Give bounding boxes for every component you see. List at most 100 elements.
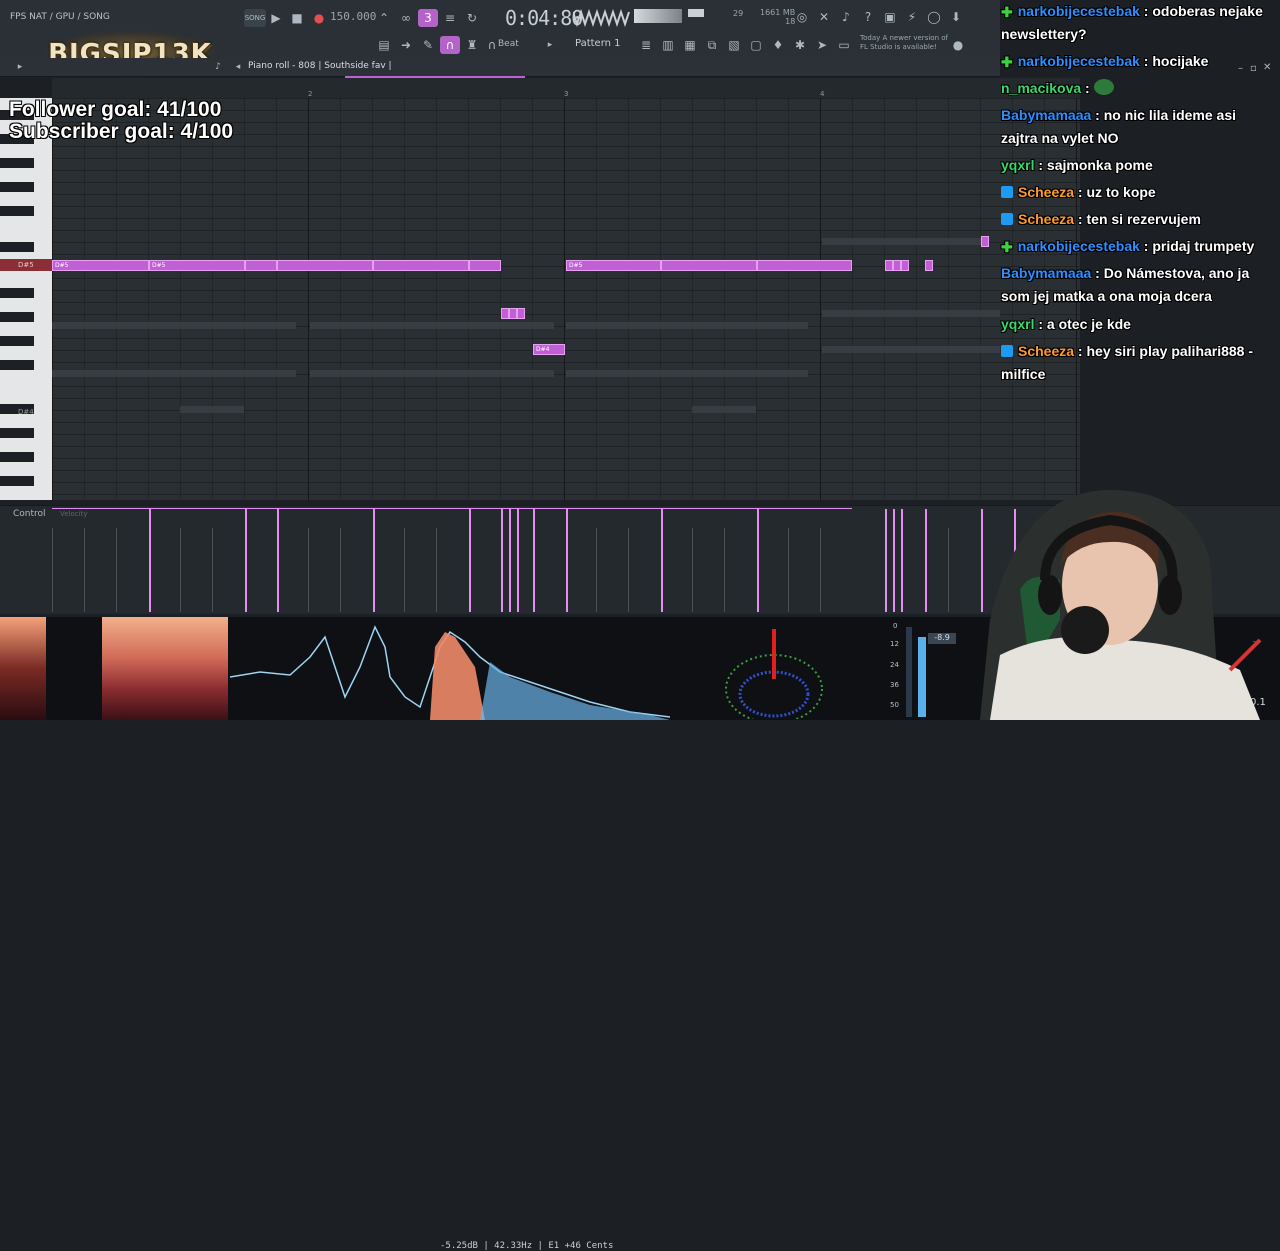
black-key[interactable] — [0, 336, 34, 346]
speaker-icon[interactable]: ♪ — [208, 58, 228, 76]
wait-input-icon[interactable]: ∞ — [396, 9, 416, 27]
close-all-icon[interactable]: ✕ — [814, 8, 834, 26]
black-key[interactable] — [0, 158, 34, 168]
chat-username[interactable]: narkobijecestebak — [1018, 3, 1140, 19]
velocity-bar[interactable] — [925, 509, 927, 612]
pencil-icon[interactable]: ✎ — [418, 36, 438, 54]
note[interactable] — [757, 260, 852, 271]
chat-username[interactable]: Babymamaaa — [1001, 265, 1091, 281]
microphone-icon[interactable]: ♪ — [836, 8, 856, 26]
cpu-icon[interactable]: ◎ — [792, 8, 812, 26]
cart-icon[interactable]: ▭ — [834, 36, 854, 54]
velocity-bar[interactable] — [893, 509, 895, 612]
countdown-icon[interactable]: 3 — [418, 9, 438, 27]
velocity-bar[interactable] — [469, 509, 471, 612]
browser-icon[interactable]: ▧ — [724, 36, 744, 54]
snap-select[interactable]: Beat — [498, 39, 519, 49]
chat-username[interactable]: Scheeza — [1018, 184, 1074, 200]
velocity-bar[interactable] — [373, 509, 375, 612]
tempo-display[interactable]: 150.000 — [330, 10, 376, 23]
project-icon[interactable]: ▢ — [746, 36, 766, 54]
control-label[interactable]: Control — [13, 509, 46, 519]
velocity-bar[interactable] — [501, 509, 503, 612]
velocity-bar[interactable] — [885, 509, 887, 612]
step-edit-icon[interactable]: ≡ — [440, 9, 460, 27]
active-key[interactable]: D#5 — [0, 259, 52, 271]
help-icon[interactable]: ? — [858, 8, 878, 26]
chat-username[interactable]: yqxrl — [1001, 316, 1034, 332]
plugin-icon[interactable]: ⚡ — [902, 8, 922, 26]
mixer-icon[interactable]: ⧉ — [702, 36, 722, 54]
note[interactable] — [501, 308, 509, 319]
black-key[interactable] — [0, 428, 34, 438]
note[interactable] — [509, 308, 517, 319]
black-key[interactable] — [0, 242, 34, 252]
velocity-bar[interactable] — [901, 509, 903, 612]
black-key[interactable] — [0, 288, 34, 298]
note[interactable] — [901, 260, 909, 271]
share-icon[interactable]: ➤ — [812, 36, 832, 54]
note[interactable] — [981, 236, 989, 247]
timeline-ruler[interactable]: 2 3 4 — [52, 78, 1080, 98]
velocity-bar[interactable] — [533, 509, 535, 612]
velocity-bar[interactable] — [277, 509, 279, 612]
plugin-picker-icon[interactable]: ♦ — [768, 36, 788, 54]
note[interactable] — [517, 308, 525, 319]
download-icon[interactable]: ⬇ — [946, 8, 966, 26]
velocity-bar[interactable] — [149, 509, 151, 612]
tools-icon[interactable]: ✱ — [790, 36, 810, 54]
note[interactable] — [373, 260, 469, 271]
black-key[interactable] — [0, 312, 34, 322]
note-grid[interactable] — [52, 98, 1080, 500]
black-key[interactable] — [0, 360, 34, 370]
snap-arrow-icon[interactable]: ▸ — [540, 36, 560, 54]
chat-username[interactable]: Scheeza — [1018, 211, 1074, 227]
record-icon[interactable]: ● — [309, 9, 329, 27]
velocity-bar[interactable] — [661, 509, 663, 612]
note[interactable] — [661, 260, 757, 271]
piano-keyboard[interactable]: D#4 — [0, 98, 52, 500]
key-label: D#4 — [18, 408, 34, 416]
chat-username[interactable]: yqxrl — [1001, 157, 1034, 173]
song-mode-toggle[interactable]: SONG — [244, 9, 266, 27]
chat-icon[interactable]: ◯ — [924, 8, 944, 26]
play-icon[interactable]: ▶ — [266, 9, 286, 27]
stamp-icon[interactable]: ♜ — [462, 36, 482, 54]
pattern-selector[interactable]: Pattern 1 — [575, 38, 621, 49]
note[interactable] — [245, 260, 277, 271]
note[interactable] — [469, 260, 501, 271]
piano-roll-icon[interactable]: ▥ — [658, 36, 678, 54]
playlist-icon[interactable]: ≣ — [636, 36, 656, 54]
globe-icon[interactable]: ● — [948, 36, 968, 54]
magnet-icon[interactable]: ∩ — [440, 36, 460, 54]
chat-username[interactable]: Scheeza — [1018, 343, 1074, 359]
velocity-bar[interactable] — [245, 509, 247, 612]
song-position-clock[interactable]: 0:04:80 — [505, 6, 583, 30]
note[interactable] — [893, 260, 901, 271]
channel-rack-icon[interactable]: ▦ — [680, 36, 700, 54]
arrow-icon[interactable]: ◂ — [228, 58, 248, 76]
note[interactable] — [277, 260, 373, 271]
chat-username[interactable]: narkobijecestebak — [1018, 53, 1140, 69]
velocity-bar[interactable] — [509, 509, 511, 612]
note[interactable] — [885, 260, 893, 271]
black-key[interactable] — [0, 452, 34, 462]
black-key[interactable] — [0, 206, 34, 216]
arrow-right-icon[interactable]: ➜ — [396, 36, 416, 54]
metronome-icon[interactable]: ⌃ — [374, 9, 394, 27]
loop-record-icon[interactable]: ↻ — [462, 9, 482, 27]
velocity-bar[interactable] — [566, 509, 568, 612]
chat-username[interactable]: narkobijecestebak — [1018, 238, 1140, 254]
news-panel[interactable]: Today A newer version of FL Studio is av… — [860, 34, 950, 52]
velocity-bar[interactable] — [757, 509, 759, 612]
velocity-bar[interactable] — [517, 509, 519, 612]
keyboard-icon[interactable]: ▤ — [374, 36, 394, 54]
chat-username[interactable]: n_macikova — [1001, 80, 1081, 96]
stop-icon[interactable]: ■ — [287, 9, 307, 27]
chat-username[interactable]: Babymamaaa — [1001, 107, 1091, 123]
save-icon[interactable]: ▣ — [880, 8, 900, 26]
piano-roll-menu-icon[interactable]: ▸ — [10, 58, 30, 76]
note[interactable] — [925, 260, 933, 271]
black-key[interactable] — [0, 182, 34, 192]
black-key[interactable] — [0, 476, 34, 486]
